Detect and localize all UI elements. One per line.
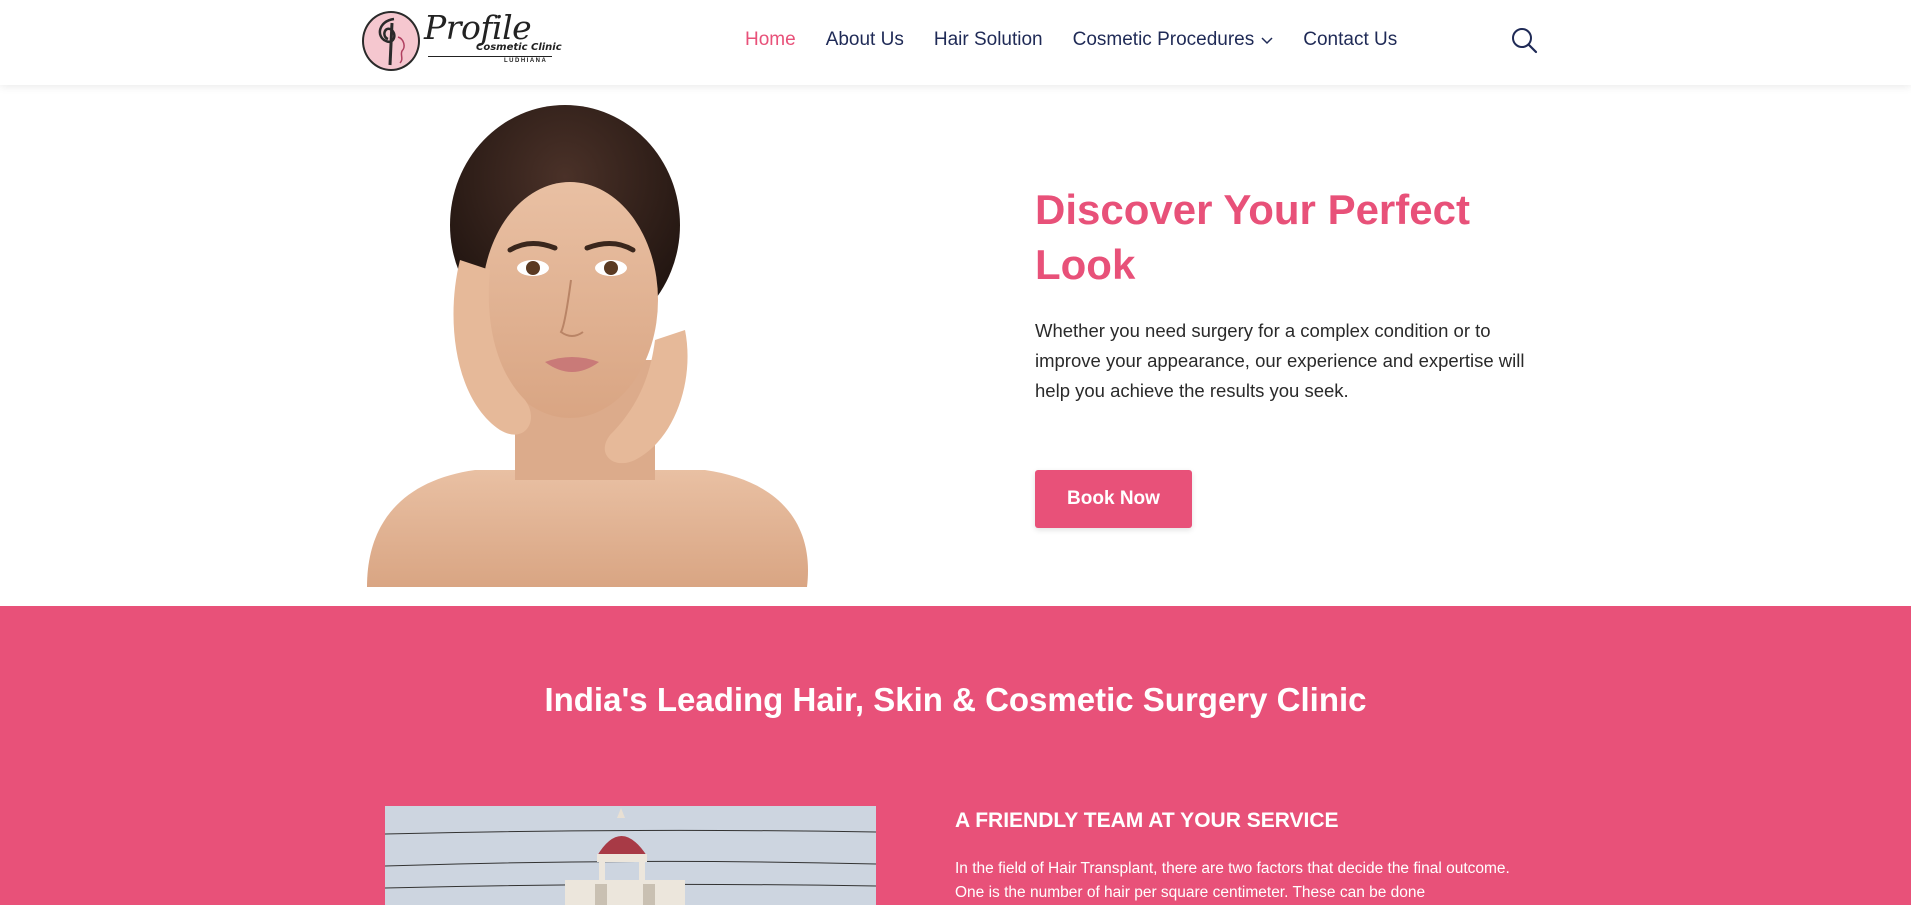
site-header: Profile Cosmetic Clinic LUDHIANA Home Ab… [0,0,1911,85]
search-icon[interactable] [1510,26,1538,54]
book-now-button[interactable]: Book Now [1035,470,1192,528]
clinic-intro-section: India's Leading Hair, Skin & Cosmetic Su… [0,606,1911,905]
main-nav: Home About Us Hair Solution Cosmetic Pro… [745,29,1427,51]
clinic-building-image [385,806,876,905]
nav-cosmetic-procedures-label: Cosmetic Procedures [1072,29,1255,50]
hero-description: Whether you need surgery for a complex c… [1035,320,1525,401]
nav-home-label: Home [745,29,796,50]
nav-cosmetic-procedures[interactable]: Cosmetic Procedures [1073,29,1274,51]
nav-contact-us[interactable]: Contact Us [1303,29,1397,51]
logo-emblem-icon [362,11,420,71]
site-logo[interactable]: Profile Cosmetic Clinic LUDHIANA [362,8,562,74]
nav-home[interactable]: Home [745,29,796,51]
nav-hair-solution-label: Hair Solution [933,29,1043,50]
team-heading: A FRIENDLY TEAM AT YOUR SERVICE [955,809,1339,832]
chevron-down-icon [1261,29,1273,51]
logo-subtitle: Cosmetic Clinic [476,42,562,53]
nav-about-us-label: About Us [825,29,904,50]
logo-city: LUDHIANA [504,58,548,64]
logo-divider [428,56,552,57]
hero-portrait-image [365,100,815,587]
nav-about-us[interactable]: About Us [826,29,904,51]
team-description: In the field of Hair Transplant, there a… [955,860,1510,901]
nav-hair-solution[interactable]: Hair Solution [934,29,1043,51]
section-title: India's Leading Hair, Skin & Cosmetic Su… [544,681,1367,718]
hero-title: Discover Your Perfect Look [1035,186,1470,288]
nav-contact-us-label: Contact Us [1303,29,1398,50]
